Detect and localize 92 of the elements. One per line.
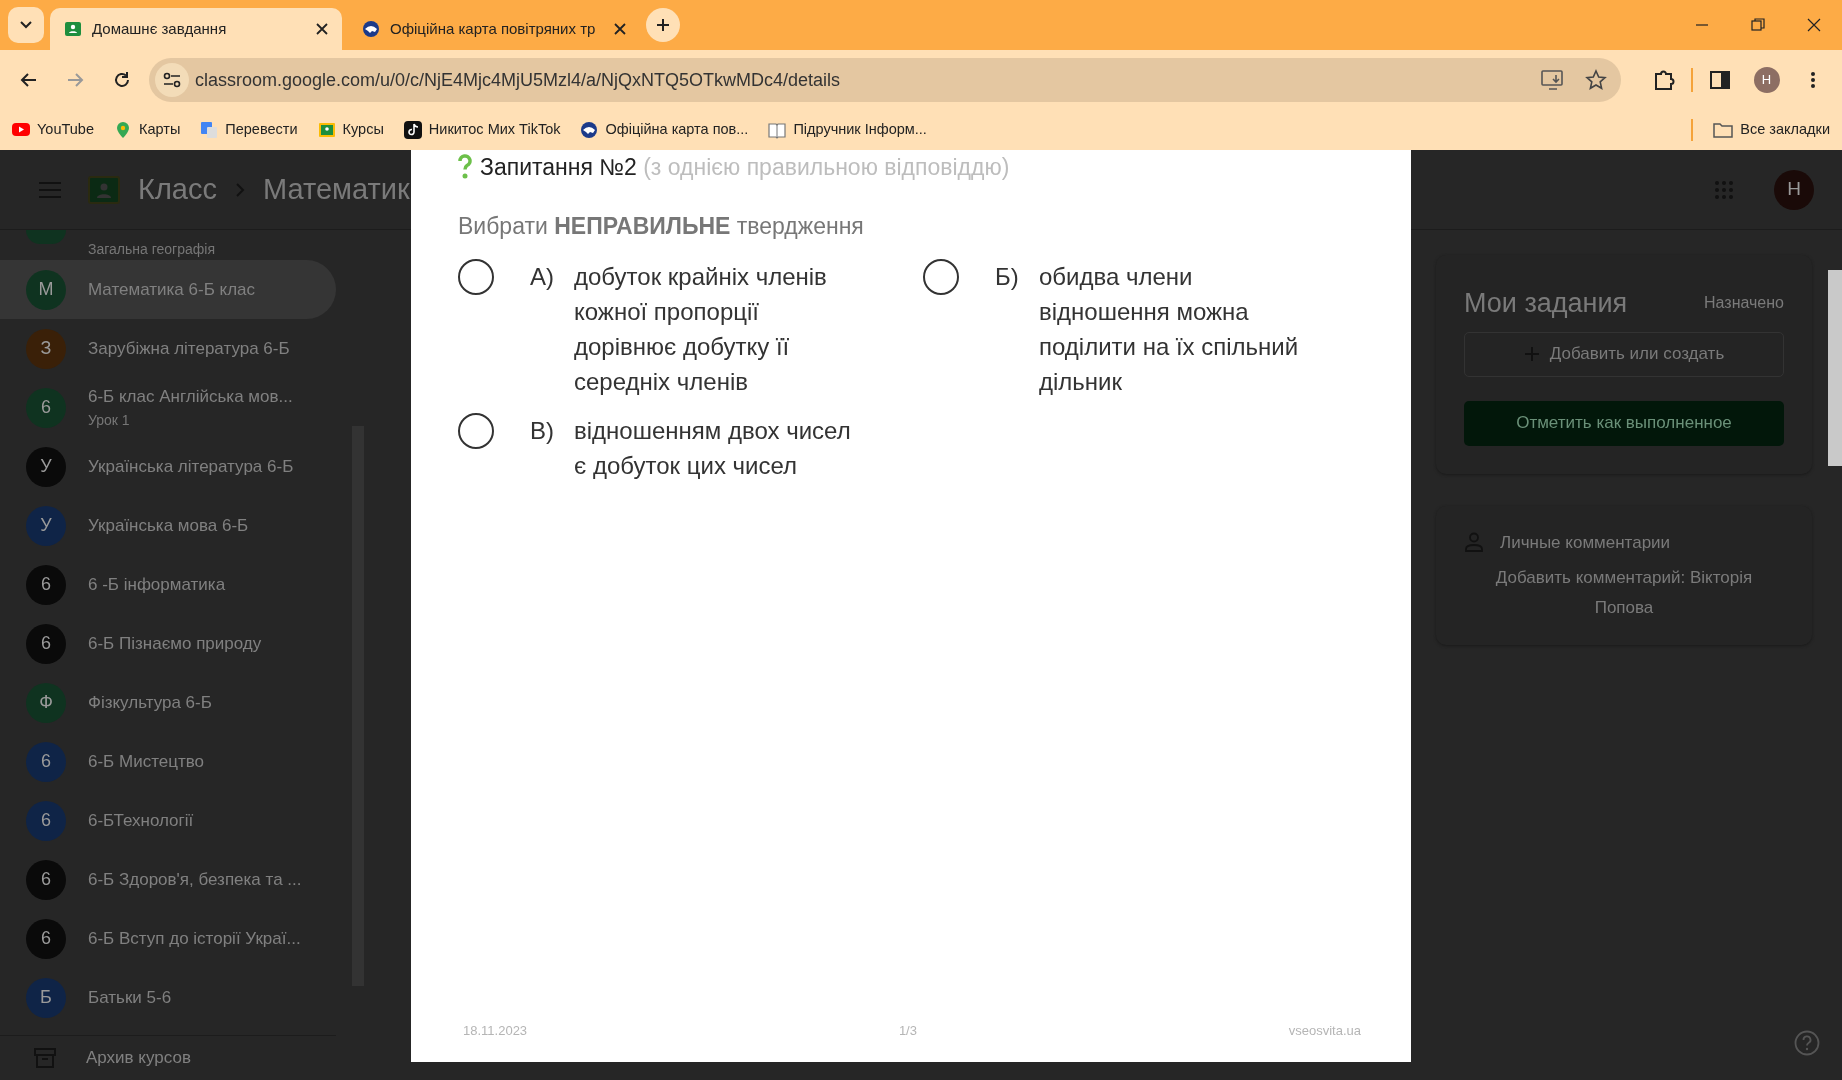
option-text: відношенням двох чисел є добуток цих чисел (574, 416, 851, 481)
question-prompt: Вибрати НЕПРАВИЛЬНЕ твердження (458, 211, 865, 241)
bookmark-link[interactable]: Перевести (200, 119, 298, 141)
close-icon (1807, 18, 1821, 32)
address-bar[interactable]: classroom.google.com/u/0/c/NjE4Mjc4MjU5Mzl4/a/NjQxNTQ5OTkwMDc4/details (148, 58, 1621, 102)
sliders-icon (162, 72, 181, 88)
footer-date: 18.11.2023 (463, 1021, 528, 1040)
site-info-button[interactable] (154, 63, 189, 97)
person-board-icon (317, 121, 336, 139)
profile-button[interactable]: H (1747, 60, 1786, 100)
account-avatar[interactable]: H (1774, 169, 1814, 210)
bookmark-link[interactable]: Офіційна карта пов... (580, 119, 749, 141)
scrollbar[interactable] (1828, 270, 1842, 466)
option-letter: А) (530, 262, 555, 292)
add-comment-link[interactable]: Добавить комментарий: Вікторія Попова (1464, 563, 1784, 623)
card-title: Мои задания (1464, 287, 1628, 320)
install-icon[interactable] (1540, 69, 1565, 91)
app-title: Класс (138, 171, 217, 207)
map-pin-icon (114, 121, 132, 139)
play-icon (12, 121, 30, 139)
course-avatar: Б (26, 977, 66, 1018)
archive-item[interactable]: Архив курсов (0, 1036, 336, 1080)
side-panel-icon (1710, 71, 1731, 89)
course-item[interactable]: М Математика 6-Б клас (0, 260, 336, 319)
course-item[interactable]: 6 6-Б Пізнаємо природу (0, 614, 336, 673)
mark-done-button[interactable]: Отметить как выполненное (1464, 400, 1784, 446)
bookmark-link[interactable]: Никитос Мих TikTok (403, 119, 561, 141)
close-icon[interactable] (316, 23, 328, 35)
add-or-create-button[interactable]: Добавить или создать (1464, 331, 1784, 377)
course-item[interactable]: Ф Фізкультура 6-Б (0, 673, 336, 732)
course-item[interactable]: 6 6-Б Мистецтво (0, 732, 336, 791)
course-avatar: 6 (26, 564, 66, 605)
course-item[interactable]: 6 6-БТехнології (0, 791, 336, 850)
course-avatar: У (26, 505, 66, 546)
radio-button[interactable] (458, 259, 494, 295)
footer-site: vseosvita.ua (1288, 1021, 1361, 1040)
radio-button[interactable] (923, 259, 959, 295)
course-avatar: 6 (26, 623, 66, 664)
course-avatar: 6 (26, 741, 66, 782)
all-bookmarks-button[interactable]: Все закладки (1713, 119, 1830, 141)
bookmark-link[interactable]: Підручник Інформ... (768, 119, 927, 141)
bookmark-link[interactable]: Карты (114, 119, 181, 141)
course-avatar: 6 (26, 800, 66, 841)
course-item[interactable]: 6 6-Б Здоров'я, безпека та ... (0, 850, 336, 909)
course-item[interactable]: Б Батьки 5-6 (0, 968, 336, 1027)
bookmark-link[interactable]: YouTube (12, 119, 94, 141)
plus-icon (656, 18, 670, 32)
course-item[interactable]: 6 6-Б клас Англійська мов... Урок 1 (0, 378, 336, 437)
course-item[interactable]: У Українська література 6-Б (0, 437, 336, 496)
course-avatar: 6 (26, 859, 66, 900)
course-name: 6-Б клас Англійська мов... (88, 386, 293, 409)
translate-icon (200, 121, 219, 139)
course-item[interactable]: У Українська мова 6-Б (0, 496, 336, 555)
course-subtitle: Загальна географія (88, 240, 215, 259)
new-tab-button[interactable] (646, 8, 680, 42)
course-subtitle: Урок 1 (88, 410, 131, 430)
course-item[interactable]: З Зарубіжна література 6-Б (0, 319, 336, 378)
course-item[interactable]: 6 6 -Б інформатика (0, 555, 336, 614)
note-icon (403, 121, 422, 139)
book-icon (768, 121, 787, 139)
restore-icon (1751, 18, 1765, 32)
course-avatar: М (26, 269, 66, 310)
course-avatar: 6 (26, 918, 66, 959)
page-number: 1/3 (898, 1021, 917, 1040)
question-mark-icon (458, 154, 472, 181)
bookmark-link[interactable]: Курсы (317, 119, 384, 141)
browser-tab[interactable]: Офіційна карта повітряних тр (348, 8, 640, 50)
person-board-icon (64, 20, 82, 38)
folder-icon (1713, 122, 1734, 138)
course-avatar: 6 (26, 387, 66, 428)
question-title: Запитання №2 (з однією правильною відповіддю) (480, 153, 1010, 182)
map-badge-icon (362, 20, 380, 38)
course-avatar: Ф (26, 682, 66, 723)
tab-search-button[interactable] (8, 7, 44, 43)
comments-title: Личные комментарии (1500, 531, 1671, 554)
course-avatar: З (26, 328, 66, 369)
browser-tab[interactable]: Домашнє завдання (50, 8, 342, 50)
option-text: обидва члени відношення можна поділити на їх спільний дільник (1039, 262, 1299, 397)
course-avatar: У (26, 446, 66, 487)
map-badge-icon (580, 121, 599, 139)
person-board-icon (88, 175, 120, 204)
course-item[interactable]: 6 6-Б Вступ до історії Украї... (0, 909, 336, 968)
status-text: Назначено (1704, 293, 1784, 314)
option-letter: В) (530, 416, 555, 446)
option-text: добуток крайніх членів кожної пропорції дорівнює добутку її середніх членів (574, 262, 827, 397)
option-letter: Б) (995, 262, 1020, 292)
close-icon[interactable] (614, 23, 626, 35)
star-icon[interactable] (1584, 69, 1607, 91)
radio-button[interactable] (458, 413, 494, 449)
kebab-menu-icon (1809, 71, 1816, 89)
puzzle-icon (1653, 69, 1676, 91)
breadcrumb-text: Математик (262, 171, 410, 207)
